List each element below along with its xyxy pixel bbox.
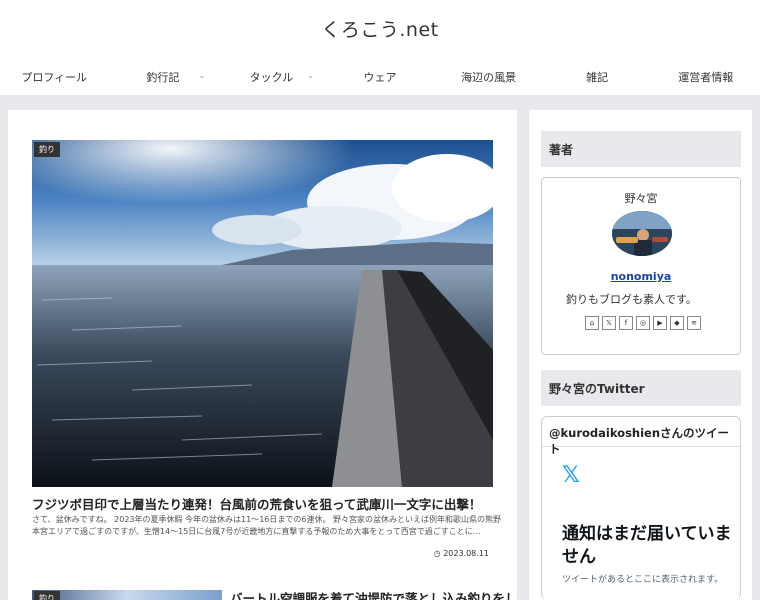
nav-label: 海辺の風景 — [461, 70, 517, 84]
nav-label: プロフィール — [21, 70, 88, 84]
nav-item-about[interactable]: 運営者情報 — [651, 58, 760, 95]
nav-label: ウェア — [363, 70, 397, 84]
x-icon[interactable]: 𝕏 — [602, 316, 616, 330]
post-date: ◷ 2023.08.11 — [434, 549, 489, 558]
twitter-empty-subtext: ツイートがあるとここに表示されます。 — [562, 575, 724, 585]
main-content: 釣り フジツボ目印で上層当たり連発！台風前の荒食いを狙って武庫川一文字に出撃！ … — [8, 110, 517, 600]
nav-item-fishing-log[interactable]: 釣行記 ⌄ — [109, 58, 218, 95]
avatar — [612, 211, 672, 256]
post2-title[interactable]: バートル空調服を着て沖堤防で落とし込み釣りをしてきた — [230, 588, 517, 600]
nav-item-misc[interactable]: 雑記 — [543, 58, 652, 95]
avatar-image — [612, 211, 672, 256]
twitter-empty-message: 通知はまだ届いていません — [562, 524, 732, 567]
category-badge[interactable]: 釣り — [34, 591, 60, 600]
author-widget-heading: 著者 — [541, 131, 741, 167]
clock-icon: ◷ — [433, 549, 441, 558]
site-header: くろこう.net — [0, 0, 760, 58]
site-title[interactable]: くろこう.net — [0, 15, 760, 42]
nav-label: タックル — [249, 70, 294, 84]
author-name: 野々宮 — [624, 192, 658, 205]
post-title[interactable]: フジツボ目印で上層当たり連発！台風前の荒食いを狙って武庫川一文字に出撃！ — [32, 494, 502, 513]
nav-label: 釣行記 — [146, 70, 180, 84]
post-excerpt: さて、盆休みですね。 2023年の夏季休暇 今年の盆休みは11〜16日までの6連… — [32, 515, 502, 536]
facebook-icon[interactable]: f — [619, 316, 633, 330]
author-description: 釣りもブログも素人です。 — [566, 293, 697, 306]
global-nav: プロフィール 釣行記 ⌄ タックル ⌄ ウェア 海辺の風景 雑記 運営者情報 — [0, 58, 760, 95]
post-date-text: 2023.08.11 — [443, 549, 489, 558]
nav-item-wear[interactable]: ウェア — [326, 58, 435, 95]
feedly-icon[interactable]: ◆ — [670, 316, 684, 330]
youtube-icon[interactable]: ▶ — [653, 316, 667, 330]
instagram-icon[interactable]: ◎ — [636, 316, 650, 330]
twitter-embed-title[interactable]: @kurodaikoshienさんのツイート — [542, 417, 740, 456]
nav-item-seaside[interactable]: 海辺の風景 — [434, 58, 543, 95]
category-badge[interactable]: 釣り — [34, 142, 60, 157]
nav-label: 雑記 — [586, 70, 609, 84]
post2-thumbnail[interactable] — [32, 590, 222, 600]
x-logo-icon: 𝕏 — [562, 463, 580, 488]
chevron-down-icon: ⌄ — [307, 71, 314, 80]
nav-item-tackle[interactable]: タックル ⌄ — [217, 58, 326, 95]
post-thumbnail[interactable] — [32, 140, 493, 487]
twitter-embed: @kurodaikoshienさんのツイート 𝕏 通知はまだ届いていません ツイ… — [541, 416, 741, 600]
seawall-photo — [32, 140, 493, 487]
author-link[interactable]: nonomiya — [542, 270, 740, 283]
author-box: 野々宮 nonomiya 釣りもブログも素人です。 ⌂ 𝕏 f ◎ ▶ ◆ ≋ — [541, 177, 741, 355]
twitter-widget-heading: 野々宮のTwitter — [541, 370, 741, 406]
nav-label: 運営者情報 — [678, 70, 734, 84]
social-links: ⌂ 𝕏 f ◎ ▶ ◆ ≋ — [585, 316, 701, 330]
rss-icon[interactable]: ≋ — [687, 316, 701, 330]
sidebar: 著者 野々宮 nonomiya 釣りもブログも素人です。 ⌂ 𝕏 f ◎ ▶ ◆… — [529, 110, 752, 600]
chevron-down-icon: ⌄ — [198, 71, 206, 80]
nav-item-profile[interactable]: プロフィール — [0, 58, 109, 95]
home-icon[interactable]: ⌂ — [585, 316, 599, 330]
